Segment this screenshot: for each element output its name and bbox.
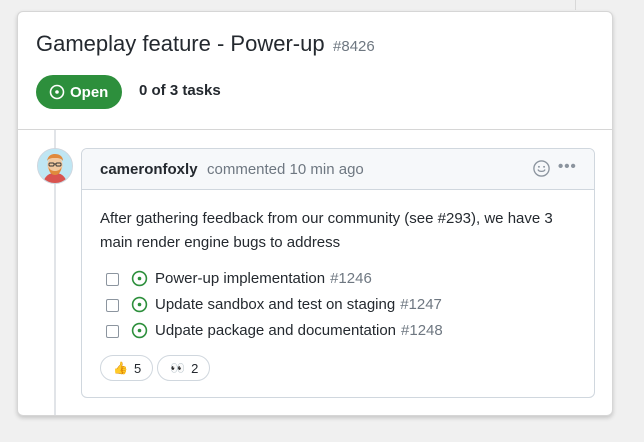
task-label[interactable]: Udpate package and documentation (155, 322, 396, 339)
comment-header: cameronfoxly commented 10 min ago ••• (82, 149, 594, 190)
add-reaction-icon[interactable] (532, 159, 551, 178)
issue-header: Gameplay feature - Power-up #8426 Open 0… (18, 12, 612, 130)
issue-title: Gameplay feature - Power-up (36, 31, 325, 56)
comment-timestamp: commented 10 min ago (207, 161, 364, 178)
task-label[interactable]: Power-up implementation (155, 270, 325, 287)
issue-number[interactable]: #8426 (333, 38, 375, 55)
task-reference[interactable]: #1248 (401, 322, 443, 339)
reaction-count: 2 (191, 360, 199, 376)
avatar[interactable] (37, 148, 73, 184)
more-options-icon[interactable]: ••• (558, 158, 577, 175)
task-checkbox[interactable] (106, 273, 119, 286)
task-item: Udpate package and documentation #1248 (106, 317, 443, 343)
comment-body: After gathering feedback from our commun… (100, 210, 553, 251)
task-reference[interactable]: #1246 (330, 270, 372, 287)
task-label[interactable]: Update sandbox and test on staging (155, 296, 395, 313)
title-row: Gameplay feature - Power-up #8426 (36, 31, 375, 57)
comment-author[interactable]: cameronfoxly (100, 161, 198, 178)
issue-open-icon (131, 270, 148, 286)
task-checkbox[interactable] (106, 325, 119, 338)
reaction-eyes[interactable]: 👀 2 (157, 355, 211, 381)
issue-card: Gameplay feature - Power-up #8426 Open 0… (17, 11, 613, 416)
task-item: Power-up implementation #1246 (106, 265, 443, 291)
issue-open-icon (131, 322, 148, 338)
eyes-icon: 👀 (170, 361, 186, 375)
background-divider (575, 0, 576, 10)
task-progress: 0 of 3 tasks (139, 82, 221, 99)
comment-box: cameronfoxly commented 10 min ago ••• Af… (81, 148, 595, 398)
avatar-illustration (38, 149, 72, 183)
thumbs-up-icon: 👍 (113, 361, 128, 375)
issue-open-icon (49, 84, 65, 100)
task-checkbox[interactable] (106, 299, 119, 312)
status-badge: Open (36, 75, 123, 109)
task-list: Power-up implementation #1246 Update san… (106, 265, 443, 343)
reactions-bar: 👍 5 👀 2 (100, 355, 214, 381)
reaction-thumbs-up[interactable]: 👍 5 (100, 355, 154, 381)
task-reference[interactable]: #1247 (400, 296, 442, 313)
status-label: Open (70, 83, 109, 101)
issue-open-icon (131, 296, 148, 312)
task-item: Update sandbox and test on staging #1247 (106, 291, 443, 317)
reaction-count: 5 (133, 360, 142, 376)
